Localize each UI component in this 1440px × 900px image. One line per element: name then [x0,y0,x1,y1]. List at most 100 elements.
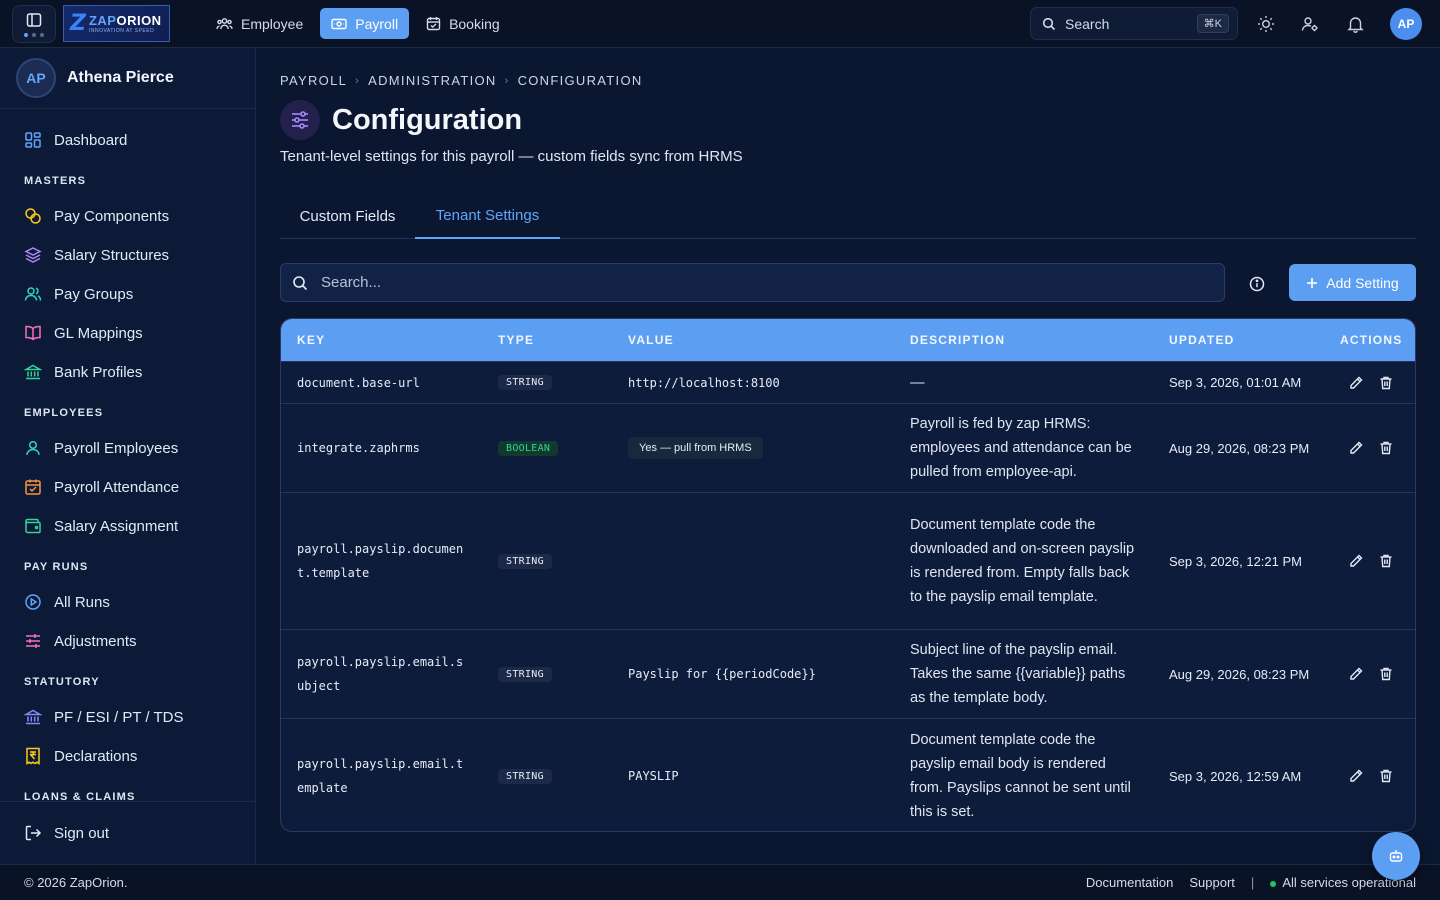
notifications-button[interactable] [1343,12,1367,36]
updated-timestamp: Aug 29, 2026, 08:23 PM [1169,666,1310,682]
settings-table: KEY TYPE VALUE DESCRIPTION UPDATED ACTIO… [280,318,1416,832]
type-badge: STRING [498,666,552,682]
sidebar-item-all-runs[interactable]: All Runs [24,590,110,614]
chevron-right-icon: › [355,74,361,87]
assistant-bot-button[interactable] [1372,832,1420,880]
column-key: KEY [297,333,326,347]
config-tabs: Custom Fields Tenant Settings [280,193,1416,239]
sidebar-panel-icon [26,12,42,27]
nav-booking[interactable]: Booking [415,8,511,39]
sidebar-item-gl-mappings[interactable]: GL Mappings [24,321,143,345]
footer-separator: | [1250,875,1255,890]
sidebar: AP Athena Pierce Dashboard MASTERS Pay C… [0,48,256,864]
type-badge: BOOLEAN [498,440,559,456]
edit-pencil-icon[interactable] [1348,375,1364,391]
theme-toggle-button[interactable] [1254,12,1278,36]
zaporion-logo[interactable]: Z ZAPORION INNOVATION AT SPEED [63,5,170,42]
table-row[interactable]: payroll.payslip.email.subject STRING Pay… [281,629,1415,718]
sidebar-item-payroll-attendance[interactable]: Payroll Attendance [24,475,179,499]
updated-timestamp: Sep 3, 2026, 12:21 PM [1169,553,1302,569]
breadcrumb-administration[interactable]: ADMINISTRATION [368,73,496,88]
sidebar-toggle-button[interactable] [12,5,56,43]
sidebar-item-pf-esi[interactable]: PF / ESI / PT / TDS [24,705,183,729]
sidebar-user[interactable]: AP Athena Pierce [0,48,255,109]
sidebar-item-pay-groups[interactable]: Pay Groups [24,282,133,306]
table-row[interactable]: payroll.payslip.document.template STRING… [281,492,1415,629]
settings-search-input[interactable]: Search... [280,263,1225,302]
section-masters: MASTERS [24,175,87,187]
users-icon [216,17,233,29]
setting-value: http://localhost:8100 [628,375,780,390]
edit-pencil-icon[interactable] [1348,768,1364,784]
setting-description: Document template code the downloaded an… [910,517,1135,605]
column-description: DESCRIPTION [910,333,1006,347]
bank-icon [24,364,42,380]
sidebar-nav: Dashboard MASTERS Pay Components Salary … [0,109,255,801]
info-button[interactable] [1246,273,1268,295]
page-header: Configuration [280,100,522,140]
setting-key: integrate.zaphrms [297,441,420,455]
setting-key: payroll.payslip.email.subject [297,655,464,693]
type-badge: STRING [498,553,552,569]
add-setting-button[interactable]: Add Setting [1289,264,1416,301]
user-settings-button[interactable] [1298,12,1322,36]
trash-icon[interactable] [1378,666,1394,682]
column-value: VALUE [628,333,674,347]
table-header: KEY TYPE VALUE DESCRIPTION UPDATED ACTIO… [281,319,1415,361]
setting-description: Subject line of the payslip email. Takes… [910,642,1126,706]
global-search-button[interactable]: Search ⌘K [1030,7,1238,40]
tab-tenant-settings[interactable]: Tenant Settings [415,193,560,239]
sidebar-item-adjustments[interactable]: Adjustments [24,629,137,653]
column-type: TYPE [498,333,535,347]
edit-pencil-icon[interactable] [1348,440,1364,456]
sidebar-item-salary-assignment[interactable]: Salary Assignment [24,514,178,538]
breadcrumb-payroll[interactable]: PAYROLL [280,73,347,88]
sidebar-item-declarations[interactable]: Declarations [24,744,137,768]
setting-description: — [910,374,925,391]
support-link[interactable]: Support [1189,875,1235,890]
trash-icon[interactable] [1378,375,1394,391]
bell-icon [1346,17,1364,33]
sidebar-item-dashboard[interactable]: Dashboard [24,128,127,152]
boolean-value-pill: Yes — pull from HRMS [628,437,763,459]
status-dot-icon [1270,881,1277,887]
sign-out-button[interactable]: Sign out [0,801,255,864]
updated-timestamp: Sep 3, 2026, 01:01 AM [1169,375,1302,390]
section-statutory: STATUTORY [24,676,100,688]
nav-payroll[interactable]: Payroll [320,8,410,39]
tab-custom-fields[interactable]: Custom Fields [280,193,415,239]
page-subtitle: Tenant-level settings for this payroll —… [280,148,743,165]
sliders-icon [26,634,40,648]
sidebar-item-bank-profiles[interactable]: Bank Profiles [24,360,142,384]
info-icon [1249,276,1265,292]
nav-employee[interactable]: Employee [205,8,314,39]
avatar: AP [16,58,56,98]
section-loans: LOANS & CLAIMS [24,791,136,801]
trash-icon[interactable] [1378,440,1394,456]
type-badge: STRING [498,768,552,784]
top-bar: Z ZAPORION INNOVATION AT SPEED Employee … [0,0,1440,48]
edit-pencil-icon[interactable] [1348,666,1364,682]
table-row[interactable]: payroll.payslip.email.template STRING PA… [281,718,1415,831]
breadcrumb: PAYROLL › ADMINISTRATION › CONFIGURATION [280,73,643,88]
section-employees: EMPLOYEES [24,407,104,419]
trash-icon[interactable] [1378,768,1394,784]
user-avatar-button[interactable]: AP [1390,8,1422,40]
layers-icon [24,247,42,263]
table-row[interactable]: document.base-url STRING http://localhos… [281,361,1415,403]
edit-pencil-icon[interactable] [1348,553,1364,569]
table-row[interactable]: integrate.zaphrms BOOLEAN Yes — pull fro… [281,403,1415,492]
receipt-rupee-icon [26,747,40,765]
group-users-icon [24,287,42,301]
documentation-link[interactable]: Documentation [1086,875,1173,890]
setting-value: PAYSLIP [628,769,679,783]
breadcrumb-configuration: CONFIGURATION [517,73,643,88]
sidebar-item-salary-structures[interactable]: Salary Structures [24,243,169,267]
sidebar-item-payroll-employees[interactable]: Payroll Employees [24,436,178,460]
trash-icon[interactable] [1378,553,1394,569]
sidebar-item-pay-components[interactable]: Pay Components [24,204,169,228]
search-placeholder: Search... [321,274,382,291]
type-badge: STRING [498,375,552,390]
logo-mark-icon: Z [70,11,86,36]
calendar-check-icon [25,479,41,495]
